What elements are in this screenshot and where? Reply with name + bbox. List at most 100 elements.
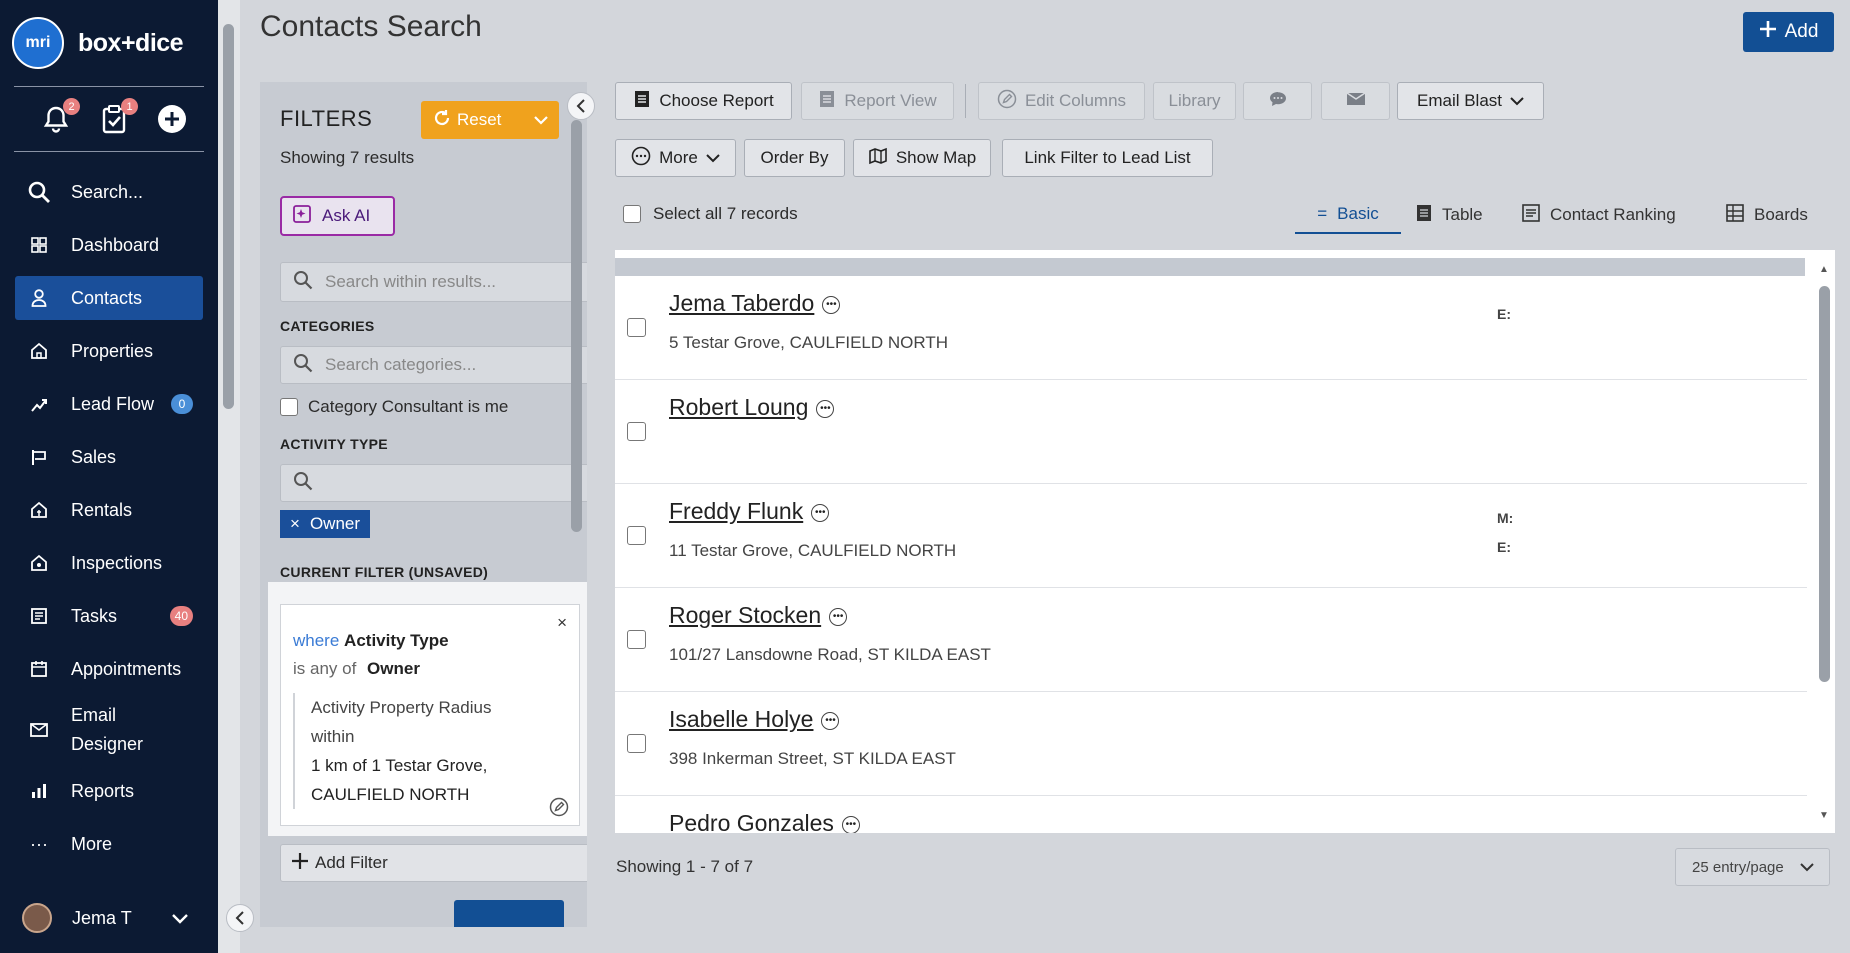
- report-view-button[interactable]: Report View: [801, 82, 954, 120]
- nav-inspections[interactable]: Inspections: [15, 541, 203, 585]
- brand-logo: mri: [12, 17, 64, 69]
- tasks-clipboard-icon[interactable]: 1: [98, 98, 138, 135]
- list-item[interactable]: Roger Stocken ••• 101/27 Lansdowne Road, …: [615, 588, 1807, 692]
- more-options-icon[interactable]: •••: [841, 815, 860, 833]
- remove-chip-icon[interactable]: ×: [290, 514, 300, 534]
- consultant-checkbox[interactable]: [280, 398, 298, 416]
- user-menu[interactable]: Jema T: [0, 883, 218, 953]
- brand[interactable]: mri box+dice: [0, 0, 218, 86]
- list-item[interactable]: Pedro Gonzales •••: [615, 796, 1807, 833]
- nav-appointments[interactable]: Appointments: [15, 647, 203, 691]
- list-item[interactable]: Freddy Flunk ••• 11 Testar Grove, CAULFIE…: [615, 484, 1807, 588]
- list-item[interactable]: Jema Taberdo ••• 5 Testar Grove, CAULFIEL…: [615, 276, 1807, 380]
- nav-email-designer[interactable]: Email Designer: [15, 700, 203, 760]
- nav-dashboard[interactable]: Dashboard: [15, 223, 203, 267]
- contact-name-link[interactable]: Roger Stocken •••: [669, 602, 848, 629]
- main-nav: Search... Dashboard Contacts Properties …: [0, 170, 218, 866]
- nav-lead-flow[interactable]: Lead Flow 0: [15, 382, 203, 426]
- apply-button[interactable]: [454, 900, 564, 927]
- choose-report-button[interactable]: Choose Report: [615, 82, 792, 120]
- search-within-results-input[interactable]: Search within results...: [280, 262, 587, 302]
- nav-sales[interactable]: Sales: [15, 435, 203, 479]
- contact-name-link[interactable]: Jema Taberdo •••: [669, 290, 841, 317]
- notifications-bell-icon[interactable]: 2: [40, 98, 80, 135]
- nav-label: Rentals: [71, 499, 133, 520]
- search-categories-input[interactable]: Search categories...: [280, 346, 587, 384]
- contact-name-link[interactable]: Freddy Flunk •••: [669, 498, 830, 525]
- report-view-label: Report View: [844, 91, 937, 110]
- select-all-checkbox[interactable]: [623, 205, 641, 223]
- row-checkbox[interactable]: [627, 630, 646, 649]
- list-item[interactable]: Robert Loung •••: [615, 380, 1807, 484]
- tab-basic[interactable]: = Basic: [1295, 196, 1401, 234]
- nav-tasks[interactable]: Tasks 40: [15, 594, 203, 638]
- scrollbar-thumb[interactable]: [223, 24, 234, 409]
- list-item[interactable]: Isabelle Holye ••• 398 Inkerman Street, S…: [615, 692, 1807, 796]
- sidebar-scrollbar[interactable]: [218, 0, 240, 953]
- nav-label: Dashboard: [71, 234, 160, 255]
- nav-reports[interactable]: Reports: [15, 769, 203, 813]
- sms-button[interactable]: [1243, 82, 1312, 120]
- add-button[interactable]: Add: [1743, 12, 1834, 52]
- close-icon[interactable]: ×: [557, 613, 567, 633]
- select-all-row[interactable]: Select all 7 records: [623, 204, 798, 224]
- results-scrollbar[interactable]: ▲ ▼: [1813, 250, 1835, 833]
- collapse-sidebar-button[interactable]: [226, 904, 254, 932]
- email-button[interactable]: [1321, 82, 1390, 120]
- reset-button[interactable]: Reset: [421, 101, 559, 139]
- order-by-button[interactable]: Order By: [744, 139, 845, 177]
- collapse-filters-button[interactable]: [567, 92, 595, 120]
- more-options-icon[interactable]: •••: [816, 399, 835, 418]
- row-checkbox[interactable]: [627, 422, 646, 441]
- row-checkbox[interactable]: [627, 734, 646, 753]
- more-options-icon[interactable]: •••: [821, 711, 840, 730]
- add-filter-button[interactable]: Add Filter: [280, 844, 587, 882]
- filters-scrollbar[interactable]: [568, 100, 587, 905]
- nav-search[interactable]: Search...: [15, 170, 203, 214]
- activity-chip-owner[interactable]: × Owner: [280, 510, 371, 538]
- tab-contact-ranking[interactable]: Contact Ranking: [1522, 196, 1676, 234]
- edit-pencil-icon[interactable]: [549, 797, 569, 817]
- link-filter-button[interactable]: Link Filter to Lead List: [1002, 139, 1213, 177]
- edit-columns-button[interactable]: Edit Columns: [978, 82, 1145, 120]
- tab-table[interactable]: Table: [1416, 196, 1483, 234]
- more-options-icon[interactable]: •••: [811, 503, 830, 522]
- consultant-checkbox-row[interactable]: Category Consultant is me: [280, 397, 508, 417]
- contact-address: 398 Inkerman Street, ST KILDA EAST: [669, 749, 956, 768]
- nav-properties[interactable]: Properties: [15, 329, 203, 373]
- envelope-icon: [1346, 91, 1366, 111]
- scrollbar-thumb[interactable]: [1819, 286, 1830, 682]
- contact-name-link[interactable]: Pedro Gonzales •••: [669, 810, 860, 833]
- ranking-icon: [1522, 203, 1540, 227]
- nav-rentals[interactable]: Rentals: [15, 488, 203, 532]
- more-options-icon[interactable]: •••: [822, 295, 841, 314]
- search-placeholder: Search within results...: [325, 272, 497, 291]
- contact-name-link[interactable]: Robert Loung •••: [669, 394, 835, 421]
- email-blast-dropdown[interactable]: Email Blast: [1397, 82, 1544, 120]
- per-page-select[interactable]: 25 entry/page: [1675, 848, 1830, 886]
- activity-type-input[interactable]: [280, 464, 587, 502]
- categories-label: CATEGORIES: [280, 318, 375, 334]
- create-plus-icon[interactable]: [156, 103, 188, 135]
- contact-name-link[interactable]: Isabelle Holye •••: [669, 706, 840, 733]
- scroll-down-arrow-icon[interactable]: ▼: [1819, 810, 1829, 821]
- tab-label: Contact Ranking: [1550, 205, 1676, 224]
- more-label: More: [659, 148, 698, 167]
- email-blast-label: Email Blast: [1416, 91, 1503, 110]
- scrollbar-thumb[interactable]: [571, 120, 582, 532]
- tab-label: Boards: [1754, 205, 1808, 224]
- ask-ai-button[interactable]: Ask AI: [280, 196, 395, 236]
- tab-boards[interactable]: Boards: [1726, 196, 1808, 234]
- more-dropdown[interactable]: More: [615, 139, 736, 177]
- nav-contacts[interactable]: Contacts: [15, 276, 203, 320]
- row-checkbox[interactable]: [627, 526, 646, 545]
- library-button[interactable]: Library: [1153, 82, 1236, 120]
- scroll-up-arrow-icon[interactable]: ▲: [1819, 264, 1829, 275]
- grid-icon: [27, 233, 51, 257]
- chevron-down-icon[interactable]: [523, 101, 559, 139]
- more-options-icon[interactable]: •••: [829, 607, 848, 626]
- mobile-label: M:: [1497, 510, 1514, 526]
- show-map-button[interactable]: Show Map: [853, 139, 991, 177]
- row-checkbox[interactable]: [627, 318, 646, 337]
- nav-more[interactable]: ··· More: [15, 822, 203, 866]
